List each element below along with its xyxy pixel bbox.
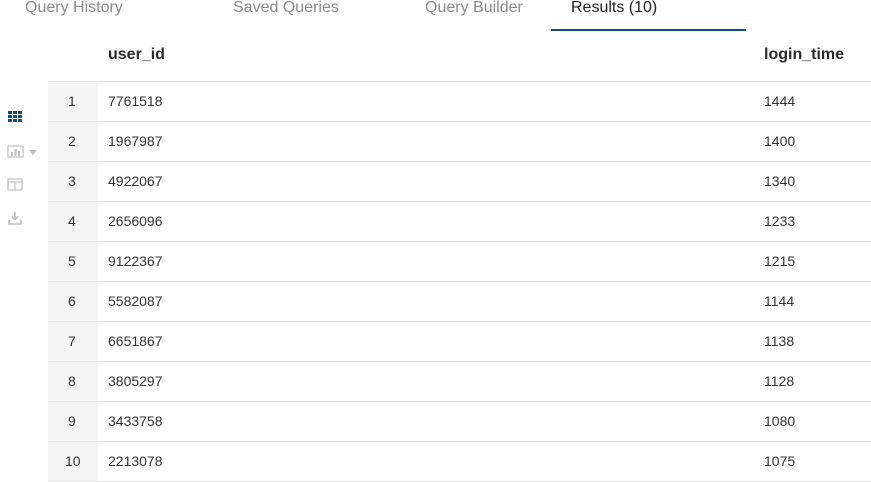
user-id-cell: 3805297	[108, 373, 163, 389]
row-index-cell: 3	[48, 162, 98, 201]
chart-icon[interactable]	[7, 145, 41, 159]
login-time-cell: 1138	[764, 333, 795, 349]
table-row[interactable]: 4 2656096 1233	[48, 202, 871, 242]
row-index: 1	[68, 93, 76, 109]
tab-saved-queries[interactable]: Saved Queries	[233, 0, 339, 30]
login-time-cell: 1128	[764, 373, 795, 389]
user-id-cell: 9122367	[108, 253, 163, 269]
column-header-login-time[interactable]: login_time	[764, 46, 844, 64]
active-tab-indicator	[551, 29, 746, 31]
table-row[interactable]: 5 9122367 1215	[48, 242, 871, 282]
login-time-cell: 1144	[764, 293, 795, 309]
column-header-user-id[interactable]: user_id	[108, 46, 165, 64]
login-time-cell: 1233	[764, 213, 796, 229]
table-row[interactable]: 3 4922067 1340	[48, 162, 871, 202]
login-time-cell: 1340	[764, 173, 796, 189]
row-index: 7	[68, 333, 76, 349]
login-time-cell: 1400	[764, 133, 796, 149]
row-index-cell: 9	[48, 402, 98, 441]
user-id-cell: 2213078	[108, 453, 163, 469]
login-time-cell: 1075	[764, 453, 796, 469]
user-id-cell: 5582087	[108, 293, 163, 309]
row-index: 8	[68, 373, 76, 389]
user-id-cell: 7761518	[108, 93, 163, 109]
row-index-cell: 6	[48, 282, 98, 321]
user-id-cell: 6651867	[108, 333, 163, 349]
table-row[interactable]: 2 1967987 1400	[48, 122, 871, 162]
tab-results[interactable]: Results (10)	[571, 0, 657, 30]
tab-query-builder[interactable]: Query Builder	[425, 0, 523, 30]
user-id-cell: 1967987	[108, 133, 163, 149]
row-index-cell: 8	[48, 362, 98, 401]
user-id-cell: 4922067	[108, 173, 163, 189]
row-index: 3	[68, 173, 76, 189]
tab-query-history[interactable]: Query History	[25, 0, 123, 30]
table-row[interactable]: 6 5582087 1144	[48, 282, 871, 322]
table-row[interactable]: 10 2213078 1075	[48, 442, 871, 482]
row-index: 4	[68, 213, 76, 229]
login-time-cell: 1215	[764, 253, 796, 269]
chevron-down-icon	[29, 150, 37, 155]
user-id-cell: 2656096	[108, 213, 163, 229]
row-index: 9	[68, 413, 76, 429]
columns-icon[interactable]	[7, 178, 25, 192]
row-index-cell: 2	[48, 122, 98, 161]
row-index-cell: 5	[48, 242, 98, 281]
table-row[interactable]: 7 6651867 1138	[48, 322, 871, 362]
row-index-cell: 1	[48, 82, 98, 121]
grid-view-icon[interactable]	[7, 110, 25, 124]
row-index: 5	[68, 253, 76, 269]
row-index-cell: 7	[48, 322, 98, 361]
row-index-cell: 10	[48, 442, 98, 481]
login-time-cell: 1080	[764, 413, 796, 429]
table-row[interactable]: 1 7761518 1444	[48, 82, 871, 122]
user-id-cell: 3433758	[108, 413, 163, 429]
row-index: 2	[68, 133, 76, 149]
row-index: 6	[68, 293, 76, 309]
row-index: 10	[65, 453, 81, 469]
table-row[interactable]: 8 3805297 1128	[48, 362, 871, 402]
download-icon[interactable]	[7, 211, 25, 225]
results-table: user_id login_time 1 7761518 1444 2 1967…	[48, 35, 871, 482]
login-time-cell: 1444	[764, 93, 796, 109]
results-tabs: Query History Saved Queries Query Builde…	[0, 0, 871, 32]
table-row[interactable]: 9 3433758 1080	[48, 402, 871, 442]
table-header: user_id login_time	[48, 35, 871, 82]
row-index-cell: 4	[48, 202, 98, 241]
